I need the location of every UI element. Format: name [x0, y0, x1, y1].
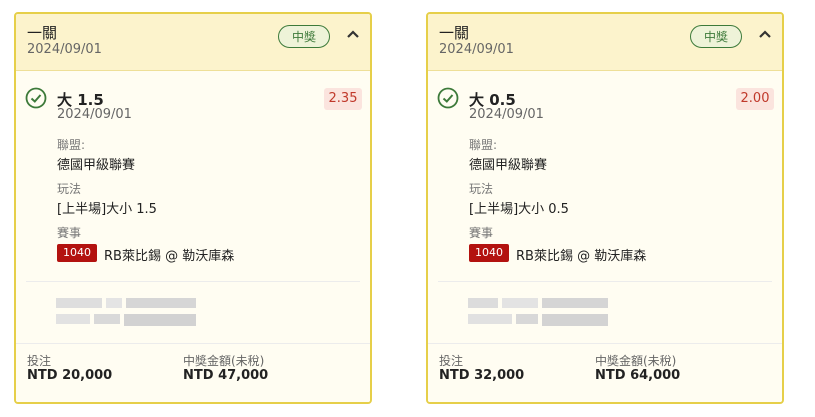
league-label: 聯盟:	[469, 138, 498, 152]
play-label: 玩法	[469, 182, 494, 196]
chevron-up-icon[interactable]	[756, 25, 774, 43]
payout-value: NTD 47,000	[183, 368, 269, 383]
check-circle-icon	[437, 87, 459, 109]
stake-label: 投注	[27, 354, 52, 368]
divider	[26, 281, 360, 282]
divider	[438, 281, 772, 282]
event-label: 賽事	[469, 226, 494, 240]
redacted-info	[468, 298, 608, 326]
payout-value: NTD 64,000	[595, 368, 681, 383]
odds-badge: 2.00	[736, 88, 774, 110]
event-id-badge: 1040	[57, 244, 97, 262]
stake-label: 投注	[439, 354, 464, 368]
bet-card-1: 一關 2024/09/01 中獎 大 1.5 2024/09/01 2.35 聯…	[14, 12, 372, 404]
bet-date: 2024/09/01	[27, 42, 102, 57]
bet-date: 2024/09/01	[439, 42, 514, 57]
league-value: 德國甲級聯賽	[469, 158, 548, 173]
event-id-badge: 1040	[469, 244, 509, 262]
payout-label: 中獎金額(未稅)	[183, 354, 265, 368]
selection-date: 2024/09/01	[469, 107, 544, 122]
payout-label: 中獎金額(未稅)	[595, 354, 677, 368]
check-circle-icon	[25, 87, 47, 109]
stake-value: NTD 20,000	[27, 368, 113, 383]
event-name: RB萊比錫 @ 勒沃庫森	[104, 249, 235, 264]
redacted-info	[56, 298, 196, 326]
league-value: 德國甲級聯賽	[57, 158, 136, 173]
bet-card-2: 一關 2024/09/01 中獎 大 0.5 2024/09/01 2.00 聯…	[426, 12, 784, 404]
bet-card-header[interactable]: 一關 2024/09/01 中獎	[428, 14, 782, 71]
bet-card-footer: 投注 NTD 20,000 中獎金額(未稅) NTD 47,000	[16, 343, 370, 402]
play-value: [上半場]大小 1.5	[57, 202, 157, 217]
win-status-badge: 中獎	[690, 25, 742, 48]
chevron-up-icon[interactable]	[344, 25, 362, 43]
event-name: RB萊比錫 @ 勒沃庫森	[516, 249, 647, 264]
event-label: 賽事	[57, 226, 82, 240]
bet-card-header[interactable]: 一關 2024/09/01 中獎	[16, 14, 370, 71]
parlay-type: 一關	[439, 24, 470, 42]
stake-value: NTD 32,000	[439, 368, 525, 383]
win-status-badge: 中獎	[278, 25, 330, 48]
parlay-type: 一關	[27, 24, 58, 42]
odds-badge: 2.35	[324, 88, 362, 110]
selection-date: 2024/09/01	[57, 107, 132, 122]
play-label: 玩法	[57, 182, 82, 196]
bet-card-footer: 投注 NTD 32,000 中獎金額(未稅) NTD 64,000	[428, 343, 782, 402]
league-label: 聯盟:	[57, 138, 86, 152]
play-value: [上半場]大小 0.5	[469, 202, 569, 217]
